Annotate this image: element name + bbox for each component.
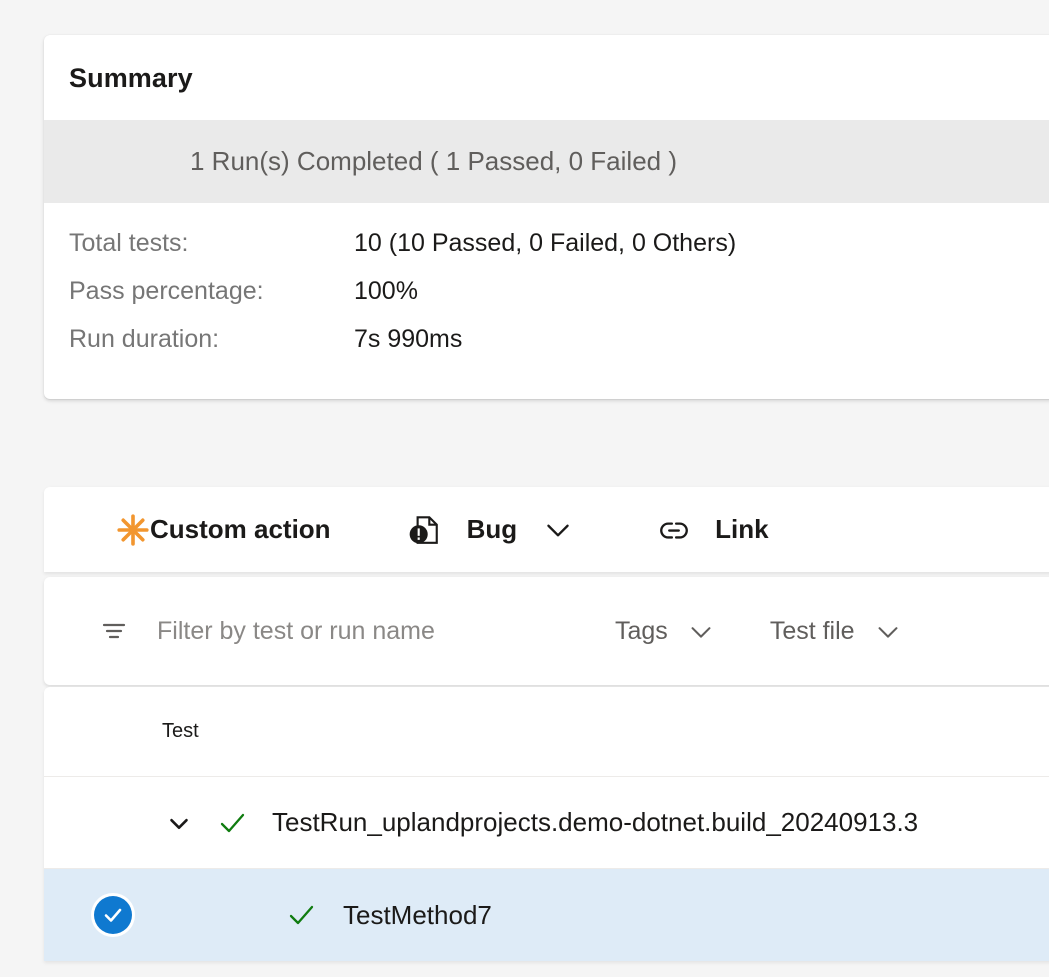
chevron-down-icon <box>873 616 903 646</box>
test-method-name: TestMethod7 <box>343 900 492 931</box>
link-label: Link <box>715 514 768 545</box>
checked-circle-icon[interactable] <box>94 896 132 934</box>
test-results-page: Summary 1 Run(s) Completed ( 1 Passed, 0… <box>0 0 1049 977</box>
bug-button[interactable]: Bug <box>407 502 576 558</box>
bug-label: Bug <box>467 514 518 545</box>
column-header-test: Test <box>162 720 199 743</box>
custom-action-label: Custom action <box>150 514 331 545</box>
page-title: Summary <box>44 35 1049 120</box>
summary-card: Summary 1 Run(s) Completed ( 1 Passed, 0… <box>44 35 1049 399</box>
custom-action-button[interactable]: Custom action <box>116 502 331 558</box>
stat-value: 10 (10 Passed, 0 Failed, 0 Others) <box>354 229 736 258</box>
stat-row-pass-percentage: Pass percentage: 100% <box>44 277 1049 325</box>
action-toolbar: Custom action Bug <box>44 487 1049 572</box>
stat-value: 7s 990ms <box>354 325 462 354</box>
check-icon <box>216 807 248 839</box>
link-icon <box>657 513 691 547</box>
asterisk-icon <box>116 513 150 547</box>
document-error-icon <box>407 513 441 547</box>
link-button[interactable]: Link <box>657 502 768 558</box>
stat-label: Total tests: <box>44 229 354 258</box>
chevron-down-icon <box>686 616 716 646</box>
run-name: TestRun_uplandprojects.demo-dotnet.build… <box>272 807 918 838</box>
run-status-text: 1 Run(s) Completed ( 1 Passed, 0 Failed … <box>190 146 677 177</box>
table-row[interactable]: TestMethod7 <box>44 869 1049 961</box>
test-file-dropdown[interactable]: Test file <box>770 616 903 646</box>
summary-stats: Total tests: 10 (10 Passed, 0 Failed, 0 … <box>44 203 1049 399</box>
tags-dropdown[interactable]: Tags <box>615 616 716 646</box>
run-status-banner: 1 Run(s) Completed ( 1 Passed, 0 Failed … <box>44 120 1049 203</box>
stat-label: Pass percentage: <box>44 277 354 306</box>
filter-icon[interactable] <box>98 615 130 647</box>
filter-bar: Tags Test file <box>44 577 1049 685</box>
tags-dropdown-label: Tags <box>615 617 668 646</box>
chevron-down-icon[interactable] <box>164 808 194 838</box>
stat-label: Run duration: <box>44 325 354 354</box>
test-list: Test TestRun_uplandprojects.demo-dotnet.… <box>44 687 1049 961</box>
table-row[interactable]: TestRun_uplandprojects.demo-dotnet.build… <box>44 777 1049 869</box>
stat-row-run-duration: Run duration: 7s 990ms <box>44 325 1049 373</box>
filter-input[interactable] <box>155 616 585 647</box>
chevron-down-icon[interactable] <box>541 513 575 547</box>
check-icon <box>285 899 317 931</box>
stat-row-total-tests: Total tests: 10 (10 Passed, 0 Failed, 0 … <box>44 229 1049 277</box>
test-file-dropdown-label: Test file <box>770 617 855 646</box>
test-list-header: Test <box>44 687 1049 777</box>
stat-value: 100% <box>354 277 418 306</box>
